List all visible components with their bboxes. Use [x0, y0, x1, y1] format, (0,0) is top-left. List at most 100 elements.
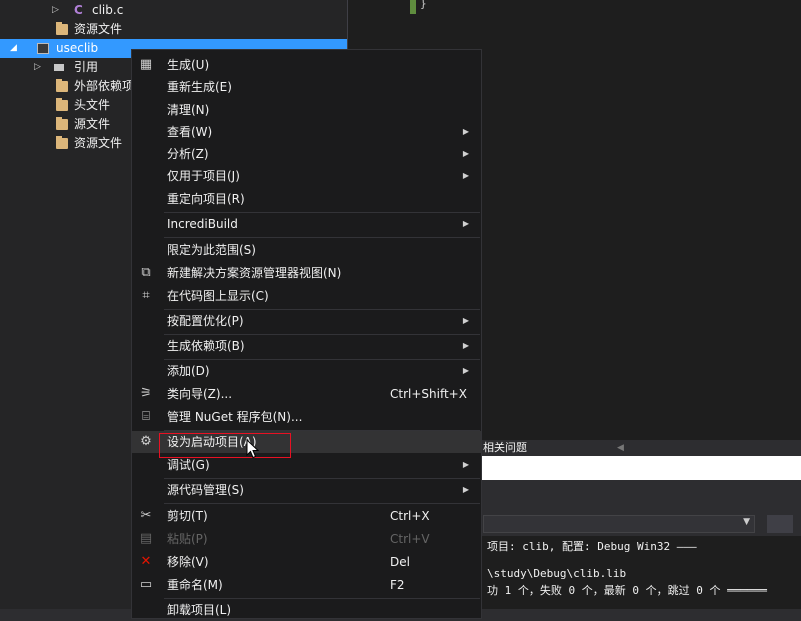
- tree-item-label: 外部依赖项: [74, 79, 135, 93]
- menu-item-label: 在代码图上显示(C): [167, 289, 269, 303]
- menu-item-label: 限定为此范围(S): [167, 243, 256, 257]
- context-menu: ▦ 生成(U) 重新生成(E) 清理(N) 查看(W) ▶ 分析(Z) ▶ 仅用…: [131, 49, 482, 619]
- menu-item-label: IncrediBuild: [167, 217, 238, 231]
- submenu-arrow-icon: ▶: [462, 366, 469, 375]
- gear-icon: ⚙: [140, 434, 152, 449]
- submenu-arrow-icon: ▶: [462, 341, 469, 350]
- menu-item-label: 生成(U): [167, 58, 210, 72]
- menu-item-label: 管理 NuGet 程序包(N)...: [167, 410, 303, 424]
- submenu-arrow-icon: ▶: [462, 460, 469, 469]
- menu-item-unload-project[interactable]: 卸载项目(L): [132, 599, 481, 621]
- code-map-icon: ⌗: [142, 288, 150, 303]
- project-icon: [37, 43, 49, 54]
- related-issues-tab[interactable]: 相关问题: [483, 440, 527, 456]
- tree-item-label: 头文件: [74, 98, 111, 112]
- submenu-arrow-icon: ▶: [462, 316, 469, 325]
- menu-item-label: 清理(N): [167, 103, 210, 117]
- menu-item-label: 类向导(Z)...: [167, 387, 233, 401]
- menu-item-shortcut: Ctrl+Shift+X: [390, 387, 467, 401]
- menu-item-analyze[interactable]: 分析(Z) ▶: [132, 143, 481, 165]
- c-file-icon: C: [74, 3, 83, 17]
- menu-item-label: 添加(D): [167, 364, 210, 378]
- output-toolbar-button[interactable]: [767, 515, 793, 533]
- tree-item-label: useclib: [56, 41, 99, 55]
- menu-item-label: 重命名(M): [167, 578, 223, 592]
- menu-item-incredibuild[interactable]: IncrediBuild ▶: [132, 213, 481, 235]
- menu-item-label: 移除(V): [167, 555, 209, 569]
- folder-icon: [56, 117, 68, 130]
- build-icon: ▦: [139, 57, 153, 72]
- submenu-arrow-icon: ▶: [462, 485, 469, 494]
- tree-item-label: 引用: [74, 60, 99, 74]
- submenu-arrow-icon: ▶: [462, 149, 469, 158]
- highlight-annotation-box: [159, 433, 291, 458]
- folder-icon: [56, 98, 68, 111]
- nuget-icon: ⌸: [142, 409, 150, 424]
- menu-item-shortcut: Del: [390, 555, 410, 569]
- menu-item-build-dependencies[interactable]: 生成依赖项(B) ▶: [132, 335, 481, 357]
- menu-item-view[interactable]: 查看(W) ▶: [132, 121, 481, 143]
- submenu-arrow-icon: ▶: [462, 171, 469, 180]
- expand-arrow-icon[interactable]: ▷: [34, 58, 41, 77]
- folder-icon: [56, 79, 68, 92]
- output-line: 项目: clib, 配置: Debug Win32 ———: [487, 540, 697, 553]
- menu-item-build[interactable]: ▦ 生成(U): [132, 54, 481, 76]
- menu-item-label: 重新生成(E): [167, 80, 232, 94]
- menu-item-manage-nuget[interactable]: ⌸ 管理 NuGet 程序包(N)...: [132, 406, 481, 428]
- tree-item-label: 资源文件: [74, 22, 123, 36]
- menu-item-label: 源代码管理(S): [167, 483, 244, 497]
- menu-item-pgo[interactable]: 按配置优化(P) ▶: [132, 310, 481, 332]
- folder-icon: [56, 136, 68, 149]
- menu-item-class-wizard[interactable]: ⚞ 类向导(Z)... Ctrl+Shift+X: [132, 383, 481, 405]
- expand-arrow-icon[interactable]: ▷: [52, 1, 59, 20]
- menu-item-shortcut: F2: [390, 578, 405, 592]
- collapse-arrow-icon[interactable]: ◢: [10, 39, 17, 58]
- menu-item-label: 按配置优化(P): [167, 314, 244, 328]
- menu-item-label: 仅用于项目(J): [167, 169, 240, 183]
- chevron-down-icon: ▼: [743, 517, 750, 527]
- class-wizard-icon: ⚞: [140, 386, 152, 401]
- tree-item-label: 源文件: [74, 117, 111, 131]
- paste-icon: ▤: [139, 531, 153, 546]
- scissors-icon: ✂: [140, 508, 152, 523]
- menu-item-cut[interactable]: ✂ 剪切(T) Ctrl+X: [132, 505, 481, 527]
- menu-item-label: 重定向项目(R): [167, 192, 245, 206]
- change-marker: [410, 0, 416, 14]
- output-line: 功 1 个，失败 0 个，最新 0 个，跳过 0 个 ══════: [487, 584, 767, 597]
- menu-separator: [164, 503, 480, 504]
- menu-item-add[interactable]: 添加(D) ▶: [132, 360, 481, 382]
- menu-item-scope-to-this[interactable]: 限定为此范围(S): [132, 239, 481, 261]
- output-source-dropdown[interactable]: ▼: [483, 515, 755, 533]
- menu-item-retarget[interactable]: 重定向项目(R): [132, 188, 481, 210]
- folder-icon: [56, 22, 68, 35]
- menu-item-label: 卸载项目(L): [167, 603, 232, 617]
- output-line: \study\Debug\clib.lib: [487, 567, 627, 580]
- menu-item-label: 粘贴(P): [167, 532, 208, 546]
- menu-item-label: 剪切(T): [167, 509, 208, 523]
- menu-item-label: 分析(Z): [167, 147, 209, 161]
- menu-separator: [164, 237, 480, 238]
- menu-item-rebuild[interactable]: 重新生成(E): [132, 76, 481, 98]
- rename-icon: ▭: [139, 577, 153, 592]
- menu-item-label: 生成依赖项(B): [167, 339, 245, 353]
- menu-item-shortcut: Ctrl+X: [390, 509, 430, 523]
- new-view-icon: ⧉: [141, 265, 151, 280]
- menu-item-rename[interactable]: ▭ 重命名(M) F2: [132, 574, 481, 596]
- references-icon: [54, 64, 64, 71]
- mouse-cursor-icon: [246, 439, 260, 459]
- menu-item-remove[interactable]: ✕ 移除(V) Del: [132, 551, 481, 573]
- tree-item-label: 资源文件: [74, 136, 123, 150]
- menu-item-shortcut: Ctrl+V: [390, 532, 430, 546]
- menu-item-show-on-code-map[interactable]: ⌗ 在代码图上显示(C): [132, 285, 481, 307]
- menu-item-label: 新建解决方案资源管理器视图(N): [167, 266, 342, 280]
- tree-item-label: clib.c: [92, 3, 124, 17]
- code-brace: }: [420, 0, 427, 10]
- scroll-left-icon[interactable]: ◀: [617, 440, 624, 456]
- submenu-arrow-icon: ▶: [462, 219, 469, 228]
- menu-item-project-only[interactable]: 仅用于项目(J) ▶: [132, 165, 481, 187]
- submenu-arrow-icon: ▶: [462, 127, 469, 136]
- menu-item-label: 查看(W): [167, 125, 213, 139]
- menu-item-new-explorer-view[interactable]: ⧉ 新建解决方案资源管理器视图(N): [132, 262, 481, 284]
- menu-item-clean[interactable]: 清理(N): [132, 99, 481, 121]
- menu-item-source-control[interactable]: 源代码管理(S) ▶: [132, 479, 481, 501]
